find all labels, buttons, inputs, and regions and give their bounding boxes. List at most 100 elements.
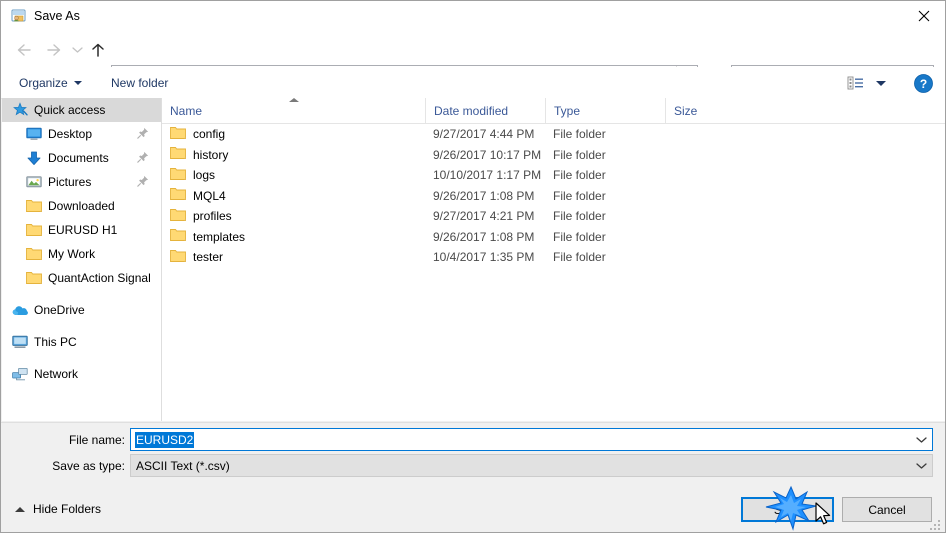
sidebar-item-quick-access[interactable]: Quick access xyxy=(2,98,161,122)
resize-grip-icon[interactable] xyxy=(929,517,943,531)
file-name-text: tester xyxy=(193,250,224,265)
save-as-icon xyxy=(11,8,27,24)
up-one-level-button[interactable] xyxy=(87,39,109,61)
column-header-label: Date modified xyxy=(434,103,509,118)
file-name-text: MQL4 xyxy=(193,188,226,203)
sort-ascending-icon xyxy=(288,98,299,102)
organize-button[interactable]: Organize xyxy=(13,72,88,93)
recent-locations-button[interactable] xyxy=(69,39,85,61)
new-folder-button[interactable]: New folder xyxy=(105,72,174,93)
sidebar-item-onedrive[interactable]: OneDrive xyxy=(2,298,161,322)
column-header-name[interactable]: Name xyxy=(162,98,425,123)
pin-icon[interactable] xyxy=(137,127,149,139)
column-header-label: Size xyxy=(674,103,698,118)
pin-icon[interactable] xyxy=(137,175,149,187)
file-name-cell: history xyxy=(170,146,228,163)
file-list-pane: Name Date modified Type Size config 9/27/201… xyxy=(162,98,945,421)
file-date-cell: 9/27/2017 4:21 PM xyxy=(433,209,535,224)
command-bar: Organize New folder ? xyxy=(1,67,945,99)
download-arrow-icon xyxy=(26,150,42,166)
sidebar-item-quantaction-signal[interactable]: QuantAction Signal xyxy=(2,266,161,290)
help-icon: ? xyxy=(914,74,933,93)
file-date-cell: 10/10/2017 1:17 PM xyxy=(433,168,542,183)
sidebar-item-label: Quick access xyxy=(34,103,106,117)
forward-button[interactable] xyxy=(43,39,65,61)
sidebar-item-downloaded[interactable]: Downloaded xyxy=(2,194,161,218)
sidebar-item-documents[interactable]: Documents xyxy=(2,146,161,170)
folder-icon xyxy=(170,167,186,184)
file-name-cell: config xyxy=(170,126,225,143)
column-header-row: Name Date modified Type Size xyxy=(162,98,945,124)
dialog-footer: File name: EURUSD2 Save as type: ASCII T… xyxy=(1,422,945,532)
sidebar-item-label: OneDrive xyxy=(34,303,85,317)
column-header-label: Type xyxy=(554,103,581,118)
folder-icon xyxy=(170,187,186,204)
help-button[interactable]: ? xyxy=(914,74,933,93)
save-as-type-label: Save as type: xyxy=(52,459,125,473)
arrow-right-icon xyxy=(47,44,61,56)
column-header-type[interactable]: Type xyxy=(545,98,665,123)
sidebar-item-label: This PC xyxy=(34,335,77,349)
file-row[interactable]: profiles 9/27/2017 4:21 PM File folder xyxy=(162,206,945,227)
file-date-cell: 9/27/2017 4:44 PM xyxy=(433,127,535,142)
file-name-cell: templates xyxy=(170,228,245,245)
chevron-down-icon xyxy=(876,80,886,86)
pictures-icon xyxy=(26,174,42,190)
close-button[interactable] xyxy=(901,1,945,31)
file-name-label: File name: xyxy=(68,433,125,447)
folder-icon xyxy=(26,246,42,262)
file-row[interactable]: tester 10/4/2017 1:35 PM File folder xyxy=(162,247,945,268)
file-name-combo[interactable]: EURUSD2 xyxy=(130,428,933,451)
file-name-dropdown-button[interactable] xyxy=(911,429,931,450)
save-as-type-dropdown-button[interactable] xyxy=(911,455,931,476)
folder-icon xyxy=(170,208,186,225)
new-folder-label: New folder xyxy=(111,75,169,90)
sidebar-item-this-pc[interactable]: This PC xyxy=(2,330,161,354)
folder-icon xyxy=(170,146,186,163)
column-header-date-modified[interactable]: Date modified xyxy=(425,98,545,123)
file-name-text: logs xyxy=(193,168,216,183)
sidebar-item-label: Network xyxy=(34,367,79,381)
hide-folders-button[interactable]: Hide Folders xyxy=(15,502,101,516)
file-type-cell: File folder xyxy=(553,229,606,244)
file-row[interactable]: logs 10/10/2017 1:17 PM File folder xyxy=(162,165,945,186)
navigation-pane: Quick access Desktop Documents Pictures Down… xyxy=(2,98,161,421)
column-header-size[interactable]: Size xyxy=(665,98,745,123)
file-name-text: history xyxy=(193,147,229,162)
sidebar-item-eurusd-h1[interactable]: EURUSD H1 xyxy=(2,218,161,242)
view-options-button[interactable] xyxy=(847,73,886,93)
chevron-down-icon xyxy=(71,47,83,53)
file-date-cell: 10/4/2017 1:35 PM xyxy=(433,250,535,265)
back-button[interactable] xyxy=(13,39,35,61)
file-name-input[interactable]: EURUSD2 xyxy=(135,431,195,448)
sidebar-item-desktop[interactable]: Desktop xyxy=(2,122,161,146)
file-row[interactable]: config 9/27/2017 4:44 PM File folder xyxy=(162,124,945,145)
sidebar-item-label: QuantAction Signal xyxy=(48,271,151,285)
file-row[interactable]: templates 9/26/2017 1:08 PM File folder xyxy=(162,227,945,248)
save-as-type-combo[interactable]: ASCII Text (*.csv) xyxy=(130,454,933,477)
sidebar-item-label: EURUSD H1 xyxy=(48,223,118,237)
save-button[interactable]: Save xyxy=(741,497,834,522)
folder-icon xyxy=(26,270,42,286)
cancel-button[interactable]: Cancel xyxy=(842,497,932,522)
sidebar-item-label: My Work xyxy=(48,247,96,261)
file-row[interactable]: MQL4 9/26/2017 1:08 PM File folder xyxy=(162,186,945,207)
file-list: config 9/27/2017 4:44 PM File folder histor… xyxy=(162,124,945,268)
file-name-text: config xyxy=(193,127,226,142)
sidebar-item-pictures[interactable]: Pictures xyxy=(2,170,161,194)
network-icon xyxy=(12,366,28,382)
chevron-down-icon xyxy=(73,80,82,85)
close-icon xyxy=(918,10,930,22)
save-button-label: Save xyxy=(773,502,802,517)
sidebar-item-network[interactable]: Network xyxy=(2,362,161,386)
pin-icon[interactable] xyxy=(137,151,149,163)
file-name-cell: logs xyxy=(170,167,215,184)
file-type-cell: File folder xyxy=(553,147,606,162)
file-date-cell: 9/26/2017 10:17 PM xyxy=(433,147,542,162)
arrow-left-icon xyxy=(17,44,31,56)
sidebar-item-my-work[interactable]: My Work xyxy=(2,242,161,266)
svg-text:?: ? xyxy=(920,77,927,91)
star-pin-icon xyxy=(12,102,28,118)
file-row[interactable]: history 9/26/2017 10:17 PM File folder xyxy=(162,145,945,166)
onedrive-cloud-icon xyxy=(12,302,28,318)
